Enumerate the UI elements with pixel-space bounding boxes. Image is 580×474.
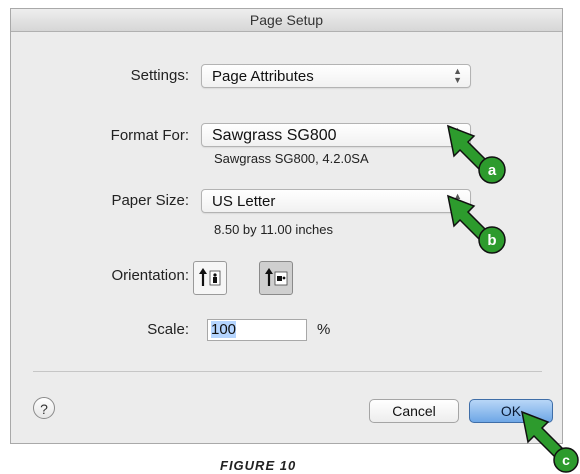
format-for-popup[interactable]: Sawgrass SG800 ▲▼ bbox=[201, 123, 471, 147]
paper-size-label: Paper Size: bbox=[111, 192, 189, 209]
orientation-landscape-button[interactable] bbox=[259, 261, 293, 295]
portrait-icon bbox=[199, 268, 221, 286]
paper-size-detail: 8.50 by 11.00 inches bbox=[214, 222, 334, 237]
help-button[interactable]: ? bbox=[33, 397, 55, 419]
cancel-button[interactable]: Cancel bbox=[369, 399, 459, 423]
figure-caption: FIGURE 10 bbox=[220, 458, 297, 473]
settings-popup[interactable]: Page Attributes ▲ ▼ bbox=[201, 64, 471, 88]
callout-b-arrow-icon: b bbox=[446, 194, 506, 254]
format-for-detail: Sawgrass SG800, 4.2.0SA bbox=[214, 151, 369, 166]
callout-a-label: a bbox=[488, 162, 497, 179]
orientation-label: Orientation: bbox=[111, 267, 189, 284]
settings-label: Settings: bbox=[130, 67, 189, 84]
callout-b-label: b bbox=[487, 232, 496, 249]
updown-arrows-icon: ▲▼ bbox=[453, 66, 462, 85]
dialog-title: Page Setup bbox=[11, 9, 562, 32]
separator bbox=[33, 371, 542, 372]
scale-value: 100 bbox=[211, 321, 237, 338]
format-for-label: Format For: bbox=[110, 127, 189, 144]
scale-input[interactable]: 100 bbox=[207, 319, 307, 341]
paper-size-popup[interactable]: US Letter ▲▼ bbox=[201, 189, 471, 213]
paper-size-value: US Letter bbox=[212, 193, 276, 210]
scale-unit: % bbox=[317, 321, 331, 338]
callout-c-label: c bbox=[562, 452, 570, 468]
format-for-value: Sawgrass SG800 bbox=[212, 127, 337, 144]
orientation-portrait-button[interactable] bbox=[193, 261, 227, 295]
scale-label: Scale: bbox=[147, 321, 189, 338]
callout-a-arrow-icon: a bbox=[446, 124, 506, 184]
settings-value: Page Attributes bbox=[212, 68, 314, 85]
callout-c-arrow-icon: c bbox=[520, 410, 579, 473]
landscape-icon bbox=[265, 268, 288, 286]
